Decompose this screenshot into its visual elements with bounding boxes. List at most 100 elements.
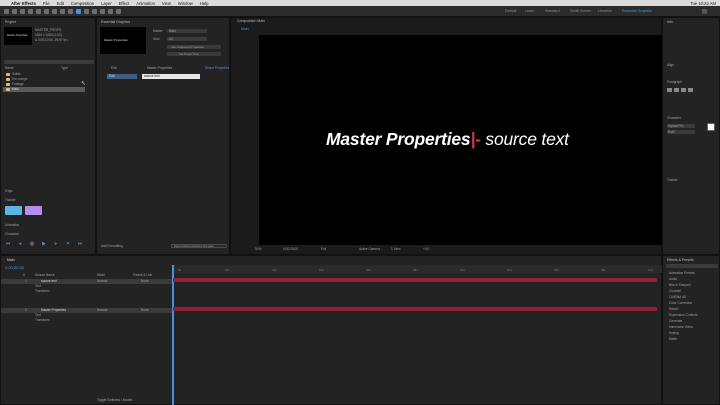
tracker-section[interactable]: Tracker <box>667 178 678 183</box>
paragraph-section[interactable]: Paragraph <box>667 80 682 85</box>
col-parent[interactable]: Parent & Link <box>133 273 152 278</box>
effects-item[interactable]: Animation Presets <box>669 271 695 276</box>
workspace-essential-graphics[interactable]: Essential Graphics <box>622 9 652 13</box>
brush-tool-icon[interactable] <box>84 9 89 14</box>
next-frame-icon[interactable]: ▸ <box>53 241 59 247</box>
menu-view[interactable]: View <box>162 1 171 6</box>
property-row-edit[interactable]: Edit <box>107 74 137 79</box>
project-col-name[interactable]: Name <box>5 66 14 71</box>
bpc-label[interactable]: 8 bpc <box>5 189 13 194</box>
app-menu[interactable]: After Effects <box>11 1 36 6</box>
info-tab[interactable]: Info <box>667 20 673 24</box>
roto-tool-icon[interactable] <box>108 9 113 14</box>
clone-tool-icon[interactable] <box>92 9 97 14</box>
views-dropdown[interactable]: 1 View <box>391 247 401 252</box>
project-item-selected[interactable]: Main <box>3 87 85 92</box>
hand-tool-icon[interactable] <box>20 9 25 14</box>
workspace-standard[interactable]: Standard <box>545 9 560 13</box>
play-icon[interactable]: ▶ <box>41 241 47 247</box>
menu-animation[interactable]: Animation <box>136 1 155 6</box>
effects-item[interactable]: Expression Controls <box>669 313 698 318</box>
home-icon[interactable] <box>4 9 9 14</box>
current-time[interactable]: 0;00;00;00 <box>283 247 298 252</box>
selection-tool-icon[interactable] <box>12 9 17 14</box>
menu-effect[interactable]: Effect <box>119 1 130 6</box>
master-dropdown[interactable]: Main <box>167 29 207 33</box>
align-center-icon[interactable] <box>674 88 679 92</box>
menu-composition[interactable]: Composition <box>71 1 94 6</box>
effects-item[interactable]: CINEMA 4D <box>669 295 686 300</box>
effects-item[interactable]: Color Correction <box>669 301 692 306</box>
zoom-dropdown[interactable]: 50% <box>255 247 261 252</box>
layer-duration-bar[interactable] <box>173 278 657 282</box>
layer-property-row[interactable]: Transform <box>1 318 173 323</box>
exposure-value[interactable]: +0.0 <box>423 247 429 252</box>
effects-search-input[interactable] <box>666 264 718 268</box>
search-icon[interactable] <box>702 9 707 14</box>
menu-file[interactable]: File <box>43 1 50 6</box>
solo-supported-button[interactable]: Solo Supported Properties <box>167 45 221 49</box>
camera-dropdown[interactable]: Active Camera <box>359 247 380 252</box>
shuffle-icon[interactable]: ✕ <box>65 241 71 247</box>
essential-graphics-tab[interactable]: Essential Graphics <box>101 20 130 24</box>
type-tool-icon[interactable] <box>76 9 81 14</box>
workspace-small-screen[interactable]: Small Screen <box>570 9 591 13</box>
export-template-button[interactable]: Export Motion Graphics Template... <box>171 244 227 248</box>
col-mode[interactable]: Mode <box>97 273 105 278</box>
effects-item[interactable]: Blur & Sharpen <box>669 283 691 288</box>
select-properties-link[interactable]: Select Properties <box>205 66 229 71</box>
justify-icon[interactable] <box>688 88 693 92</box>
col-source-name[interactable]: Source Name <box>35 273 55 278</box>
eraser-tool-icon[interactable] <box>100 9 105 14</box>
menu-window[interactable]: Window <box>178 1 193 6</box>
composition-viewer[interactable]: Master Properties|- source text <box>259 35 662 245</box>
tracker-tab[interactable]: Tracker <box>5 198 16 203</box>
first-frame-icon[interactable]: ⏮ <box>5 241 11 247</box>
font-family-dropdown[interactable]: Myriad Pro <box>667 124 695 128</box>
layer-property-row[interactable]: Transform <box>1 289 173 294</box>
effects-item[interactable]: Generate <box>669 319 682 324</box>
effects-item[interactable]: Keying <box>669 331 679 336</box>
workspace-default[interactable]: Default <box>505 9 516 13</box>
pan-tool-icon[interactable] <box>52 9 57 14</box>
project-tab[interactable]: Project <box>5 20 16 24</box>
source-text-field[interactable]: source text <box>142 74 200 79</box>
character-section[interactable]: Character <box>667 116 681 121</box>
effects-item[interactable]: Immersive Video <box>669 325 693 330</box>
composition-tab[interactable]: Composition Main <box>237 19 265 23</box>
layer-duration-bar[interactable] <box>173 307 657 311</box>
set-poster-time-button[interactable]: Set Poster Time <box>167 52 221 56</box>
rectangle-tool-icon[interactable] <box>60 9 65 14</box>
pen-tool-icon[interactable] <box>68 9 73 14</box>
last-frame-icon[interactable]: ⏭ <box>77 241 83 247</box>
timeline-timecode[interactable]: 0;00;00;00 <box>5 265 24 270</box>
timeline-tab[interactable]: Main <box>7 258 15 262</box>
animation-section[interactable]: Animation <box>5 223 19 228</box>
camera-tool-icon[interactable] <box>44 9 49 14</box>
toggle-switches-modes[interactable]: Toggle Switches / Modes <box>97 398 132 403</box>
prev-frame-icon[interactable]: ◂ <box>17 241 23 247</box>
project-search-input[interactable] <box>4 60 94 64</box>
workspace-learn[interactable]: Learn <box>525 9 534 13</box>
align-right-icon[interactable] <box>681 88 686 92</box>
zoom-tool-icon[interactable] <box>28 9 33 14</box>
loop-icon[interactable]: ◎ <box>29 241 35 247</box>
effects-presets-tab[interactable]: Effects & Presets <box>667 258 694 262</box>
project-col-type[interactable]: Type <box>61 66 68 71</box>
menu-edit[interactable]: Edit <box>57 1 64 6</box>
menu-help[interactable]: Help <box>200 1 209 6</box>
composition-subtab[interactable]: Main <box>241 27 249 31</box>
font-style-dropdown[interactable]: Bold <box>667 130 695 134</box>
add-formatting-label[interactable]: Add Formatting <box>101 244 123 249</box>
effects-item[interactable]: Channel <box>669 289 681 294</box>
playhead[interactable] <box>172 265 174 405</box>
fill-color-swatch[interactable] <box>707 123 715 131</box>
effects-item[interactable]: Distort <box>669 307 678 312</box>
workspace-libraries[interactable]: Libraries <box>598 9 612 13</box>
align-section[interactable]: Align <box>667 63 674 68</box>
menu-layer[interactable]: Layer <box>101 1 111 6</box>
quality-dropdown[interactable]: Full <box>321 247 326 252</box>
tracker-button-2[interactable] <box>25 206 42 215</box>
effects-item[interactable]: Audio <box>669 277 677 282</box>
rotate-tool-icon[interactable] <box>36 9 41 14</box>
